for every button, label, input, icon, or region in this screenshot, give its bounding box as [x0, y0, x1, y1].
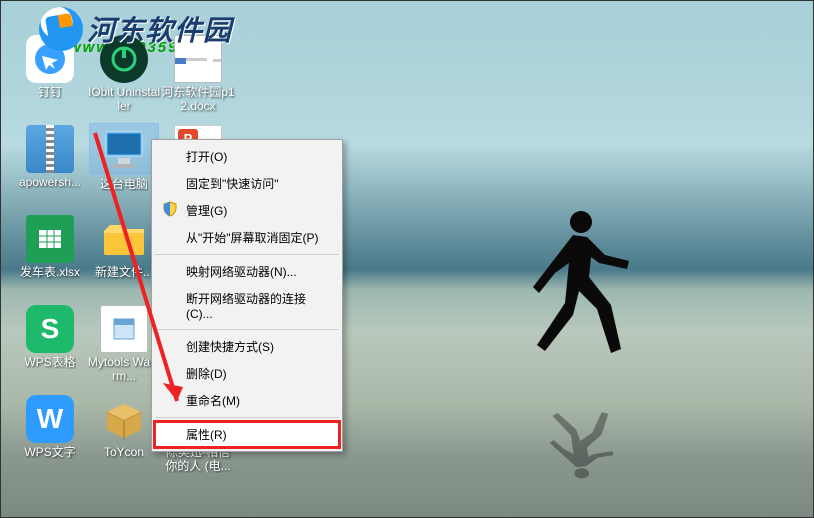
menu-separator	[155, 329, 339, 330]
menu-item-label: 打开(O)	[186, 150, 227, 164]
desktop[interactable]: 钉钉 IObit Uninstaller河东软件园p12.docx apowersh…	[1, 1, 813, 517]
desktop-icon-label: ToYcon	[104, 445, 144, 459]
desktop-icon-label: 河东软件园p12.docx	[161, 85, 235, 113]
desktop-icon-iobit[interactable]: IObit Uninstaller	[87, 33, 161, 113]
menu-item-label: 映射网络驱动器(N)...	[186, 265, 297, 279]
desktop-icon-label: IObit Uninstaller	[87, 85, 161, 113]
desktop-icon-label: Mytools Waterm...	[87, 355, 161, 383]
menu-item-label: 属性(R)	[186, 428, 227, 442]
menu-item-label: 删除(D)	[186, 367, 227, 381]
desktop-icon-label: 发车表.xlsx	[20, 265, 80, 279]
menu-item-label: 从"开始"屏幕取消固定(P)	[186, 231, 319, 245]
desktop-icon-toycon[interactable]: ToYcon	[87, 393, 161, 459]
menu-item-label: 创建快捷方式(S)	[186, 340, 274, 354]
desktop-icon-label: WPS文字	[24, 445, 75, 459]
desktop-icon-mytools[interactable]: Mytools Waterm...	[87, 303, 161, 383]
thispc-icon	[89, 123, 159, 175]
desktop-icon-newfolder[interactable]: 新建文件...	[87, 213, 161, 279]
wallpaper-runner	[523, 201, 643, 381]
desktop-icon-wpssheet[interactable]: S WPS表格	[13, 303, 87, 369]
menu-item[interactable]: 打开(O)	[154, 143, 340, 170]
menu-item[interactable]: 从"开始"屏幕取消固定(P)	[154, 224, 340, 251]
menu-item-label: 重命名(M)	[186, 394, 240, 408]
menu-item[interactable]: 映射网络驱动器(N)...	[154, 258, 340, 285]
desktop-icon-xlsx[interactable]: 发车表.xlsx	[13, 213, 87, 279]
xlsx-icon	[16, 213, 84, 263]
menu-item[interactable]: 删除(D)	[154, 360, 340, 387]
apowersh-icon	[16, 123, 84, 173]
wpssheet-icon: S	[16, 303, 84, 353]
menu-item-label: 管理(G)	[186, 204, 227, 218]
desktop-icon-wpsword[interactable]: W WPS文字	[13, 393, 87, 459]
newfolder-icon	[90, 213, 158, 263]
mytools-icon	[90, 303, 158, 353]
menu-separator	[155, 254, 339, 255]
desktop-icon-label: 新建文件...	[95, 265, 153, 279]
menu-item[interactable]: 属性(R)	[154, 421, 340, 448]
desktop-icon-apowersh[interactable]: apowersh...	[13, 123, 87, 189]
toycon-icon	[90, 393, 158, 443]
menu-item-label: 固定到"快速访问"	[186, 177, 279, 191]
wpsword-icon: W	[16, 393, 84, 443]
dingding-icon	[16, 33, 84, 83]
desktop-icon-label: apowersh...	[19, 175, 81, 189]
iobit-icon	[90, 33, 158, 83]
menu-item[interactable]: 创建快捷方式(S)	[154, 333, 340, 360]
menu-item[interactable]: 重命名(M)	[154, 387, 340, 414]
desktop-icon-label: WPS表格	[24, 355, 75, 369]
desktop-icon-thispc[interactable]: 这台电脑	[87, 123, 161, 191]
menu-item[interactable]: 固定到"快速访问"	[154, 170, 340, 197]
desktop-icon-dingding[interactable]: 钉钉	[13, 33, 87, 99]
desktop-icon-label: 这台电脑	[100, 177, 148, 191]
wallpaper-runner-reflection	[523, 399, 643, 483]
desktop-icon-docx[interactable]: 河东软件园p12.docx	[161, 33, 235, 113]
menu-separator	[155, 417, 339, 418]
menu-item[interactable]: 管理(G)	[154, 197, 340, 224]
desktop-icon-label: 钉钉	[38, 85, 62, 99]
shield-icon	[162, 201, 178, 217]
menu-item-label: 断开网络驱动器的连接(C)...	[186, 292, 306, 321]
menu-item[interactable]: 断开网络驱动器的连接(C)...	[154, 285, 340, 326]
docx-icon	[164, 33, 232, 83]
context-menu: 打开(O) 固定到"快速访问" 管理(G) 从"开始"屏幕取消固定(P) 映射网络驱动器…	[151, 139, 343, 452]
